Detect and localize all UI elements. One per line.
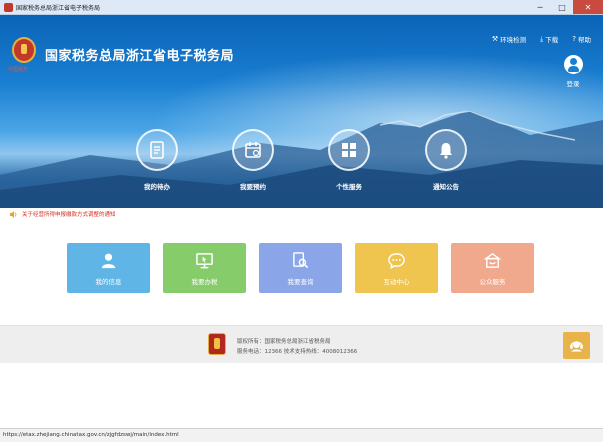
link-label: 帮助 bbox=[578, 36, 591, 44]
status-url: https://etax.zhejiang.chinatax.gov.cn/zj… bbox=[3, 432, 179, 438]
link-download[interactable]: ⤓ 下载 bbox=[540, 34, 559, 45]
feature-appointment[interactable]: 我要预约 bbox=[223, 129, 283, 191]
footer-hotline: 服务电话：12366 技术支持热线：4008012366 bbox=[237, 349, 358, 355]
tile-interaction-center[interactable]: 互动中心 bbox=[355, 243, 438, 293]
tile-tax-handling[interactable]: 我要办税 bbox=[163, 243, 246, 293]
login-label: 登录 bbox=[566, 80, 580, 88]
tile-label: 我的信息 bbox=[95, 278, 122, 286]
footer-emblem-icon bbox=[208, 333, 226, 355]
tax-emblem-logo[interactable] bbox=[12, 37, 36, 63]
search-doc-icon bbox=[293, 252, 309, 269]
tile-label: 我要查询 bbox=[287, 278, 314, 286]
feature-label: 通知公告 bbox=[433, 183, 459, 191]
notice-text[interactable]: 关于经营所得申报缴款方式调整的通知 bbox=[22, 210, 116, 218]
site-title: 国家税务总局浙江省电子税务局 bbox=[45, 49, 235, 64]
minimize-button[interactable]: ─ bbox=[529, 0, 551, 14]
footer: 版权所有：国家税务总局浙江省税务局 服务电话：12366 技术支持热线：4008… bbox=[0, 325, 603, 363]
link-help[interactable]: ? 帮助 bbox=[572, 34, 591, 44]
calendar-icon bbox=[232, 129, 274, 171]
window-title: 国家税务总局浙江省电子税务局 bbox=[16, 5, 101, 12]
customer-service-button[interactable] bbox=[563, 332, 590, 359]
feature-label: 个性服务 bbox=[336, 183, 362, 191]
avatar-icon bbox=[563, 55, 583, 74]
grid-icon bbox=[328, 129, 370, 171]
tile-label: 我要办税 bbox=[191, 278, 218, 286]
chat-icon bbox=[388, 253, 405, 269]
link-label: 环境检测 bbox=[500, 36, 527, 44]
header-banner: 中国税务 国家税务总局浙江省电子税务局 ⚒ 环境检测 ⤓ 下载 ? 帮助 登录 … bbox=[0, 15, 603, 208]
tile-label: 公众服务 bbox=[479, 278, 506, 286]
close-button[interactable]: ✕ bbox=[573, 0, 603, 14]
todo-icon bbox=[136, 129, 178, 171]
footer-copyright: 版权所有：国家税务总局浙江省税务局 bbox=[237, 339, 331, 345]
user-icon bbox=[101, 253, 116, 269]
feature-label: 我的待办 bbox=[144, 183, 170, 191]
login-button[interactable]: 登录 bbox=[563, 55, 583, 88]
bell-icon bbox=[425, 129, 467, 171]
headset-icon bbox=[570, 341, 583, 352]
feature-personal-service[interactable]: 个性服务 bbox=[319, 129, 379, 191]
maximize-button[interactable]: □ bbox=[551, 0, 573, 14]
speaker-icon bbox=[10, 210, 18, 218]
tile-public-service[interactable]: 公众服务 bbox=[451, 243, 534, 293]
feature-my-todo[interactable]: 我的待办 bbox=[127, 129, 187, 191]
feature-notices[interactable]: 通知公告 bbox=[416, 129, 476, 191]
public-icon bbox=[483, 252, 502, 268]
tile-my-info[interactable]: 我的信息 bbox=[67, 243, 150, 293]
download-icon: ⤓ bbox=[540, 34, 544, 43]
notice-bar[interactable]: 关于经营所得申报缴款方式调整的通知 bbox=[10, 210, 116, 218]
logo-subtitle: 中国税务 bbox=[8, 67, 29, 73]
help-icon: ? bbox=[572, 35, 576, 43]
app-icon bbox=[4, 3, 13, 12]
link-label: 下载 bbox=[545, 36, 559, 44]
wrench-icon: ⚒ bbox=[491, 35, 499, 43]
window-controls: ─ □ ✕ bbox=[529, 0, 603, 15]
status-bar: https://etax.zhejiang.chinatax.gov.cn/zj… bbox=[0, 428, 603, 442]
monitor-icon bbox=[196, 253, 213, 269]
link-environment-check[interactable]: ⚒ 环境检测 bbox=[492, 34, 526, 44]
top-links: ⚒ 环境检测 ⤓ 下载 ? 帮助 bbox=[492, 34, 591, 45]
tile-query[interactable]: 我要查询 bbox=[259, 243, 342, 293]
window-titlebar: 国家税务总局浙江省电子税务局 ─ □ ✕ bbox=[0, 0, 603, 15]
tile-label: 互动中心 bbox=[383, 278, 410, 286]
feature-label: 我要预约 bbox=[240, 183, 266, 191]
